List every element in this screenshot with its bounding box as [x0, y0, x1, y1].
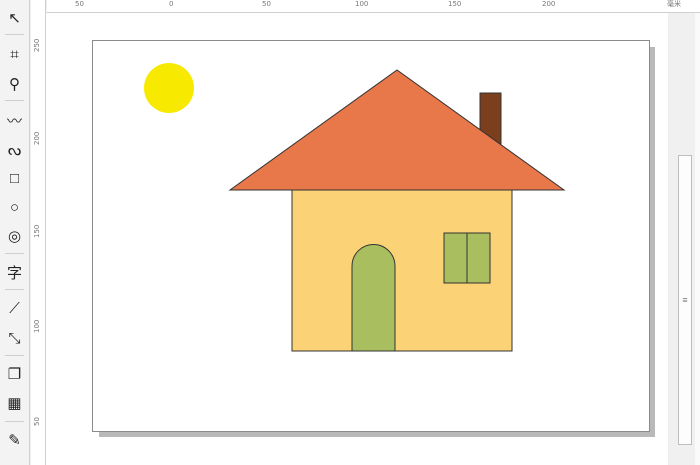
sun-shape[interactable]: [144, 63, 194, 113]
drawing-layer: [144, 63, 566, 352]
window-right-pane[interactable]: [466, 232, 491, 284]
scroll-grip-icon: ≡: [682, 295, 688, 305]
docker-edge: [695, 13, 700, 465]
roof-shape[interactable]: [228, 69, 566, 191]
vertical-scrollbar-thumb[interactable]: ≡: [678, 155, 692, 445]
window-left-pane[interactable]: [443, 232, 468, 284]
door-shape[interactable]: [351, 244, 396, 352]
